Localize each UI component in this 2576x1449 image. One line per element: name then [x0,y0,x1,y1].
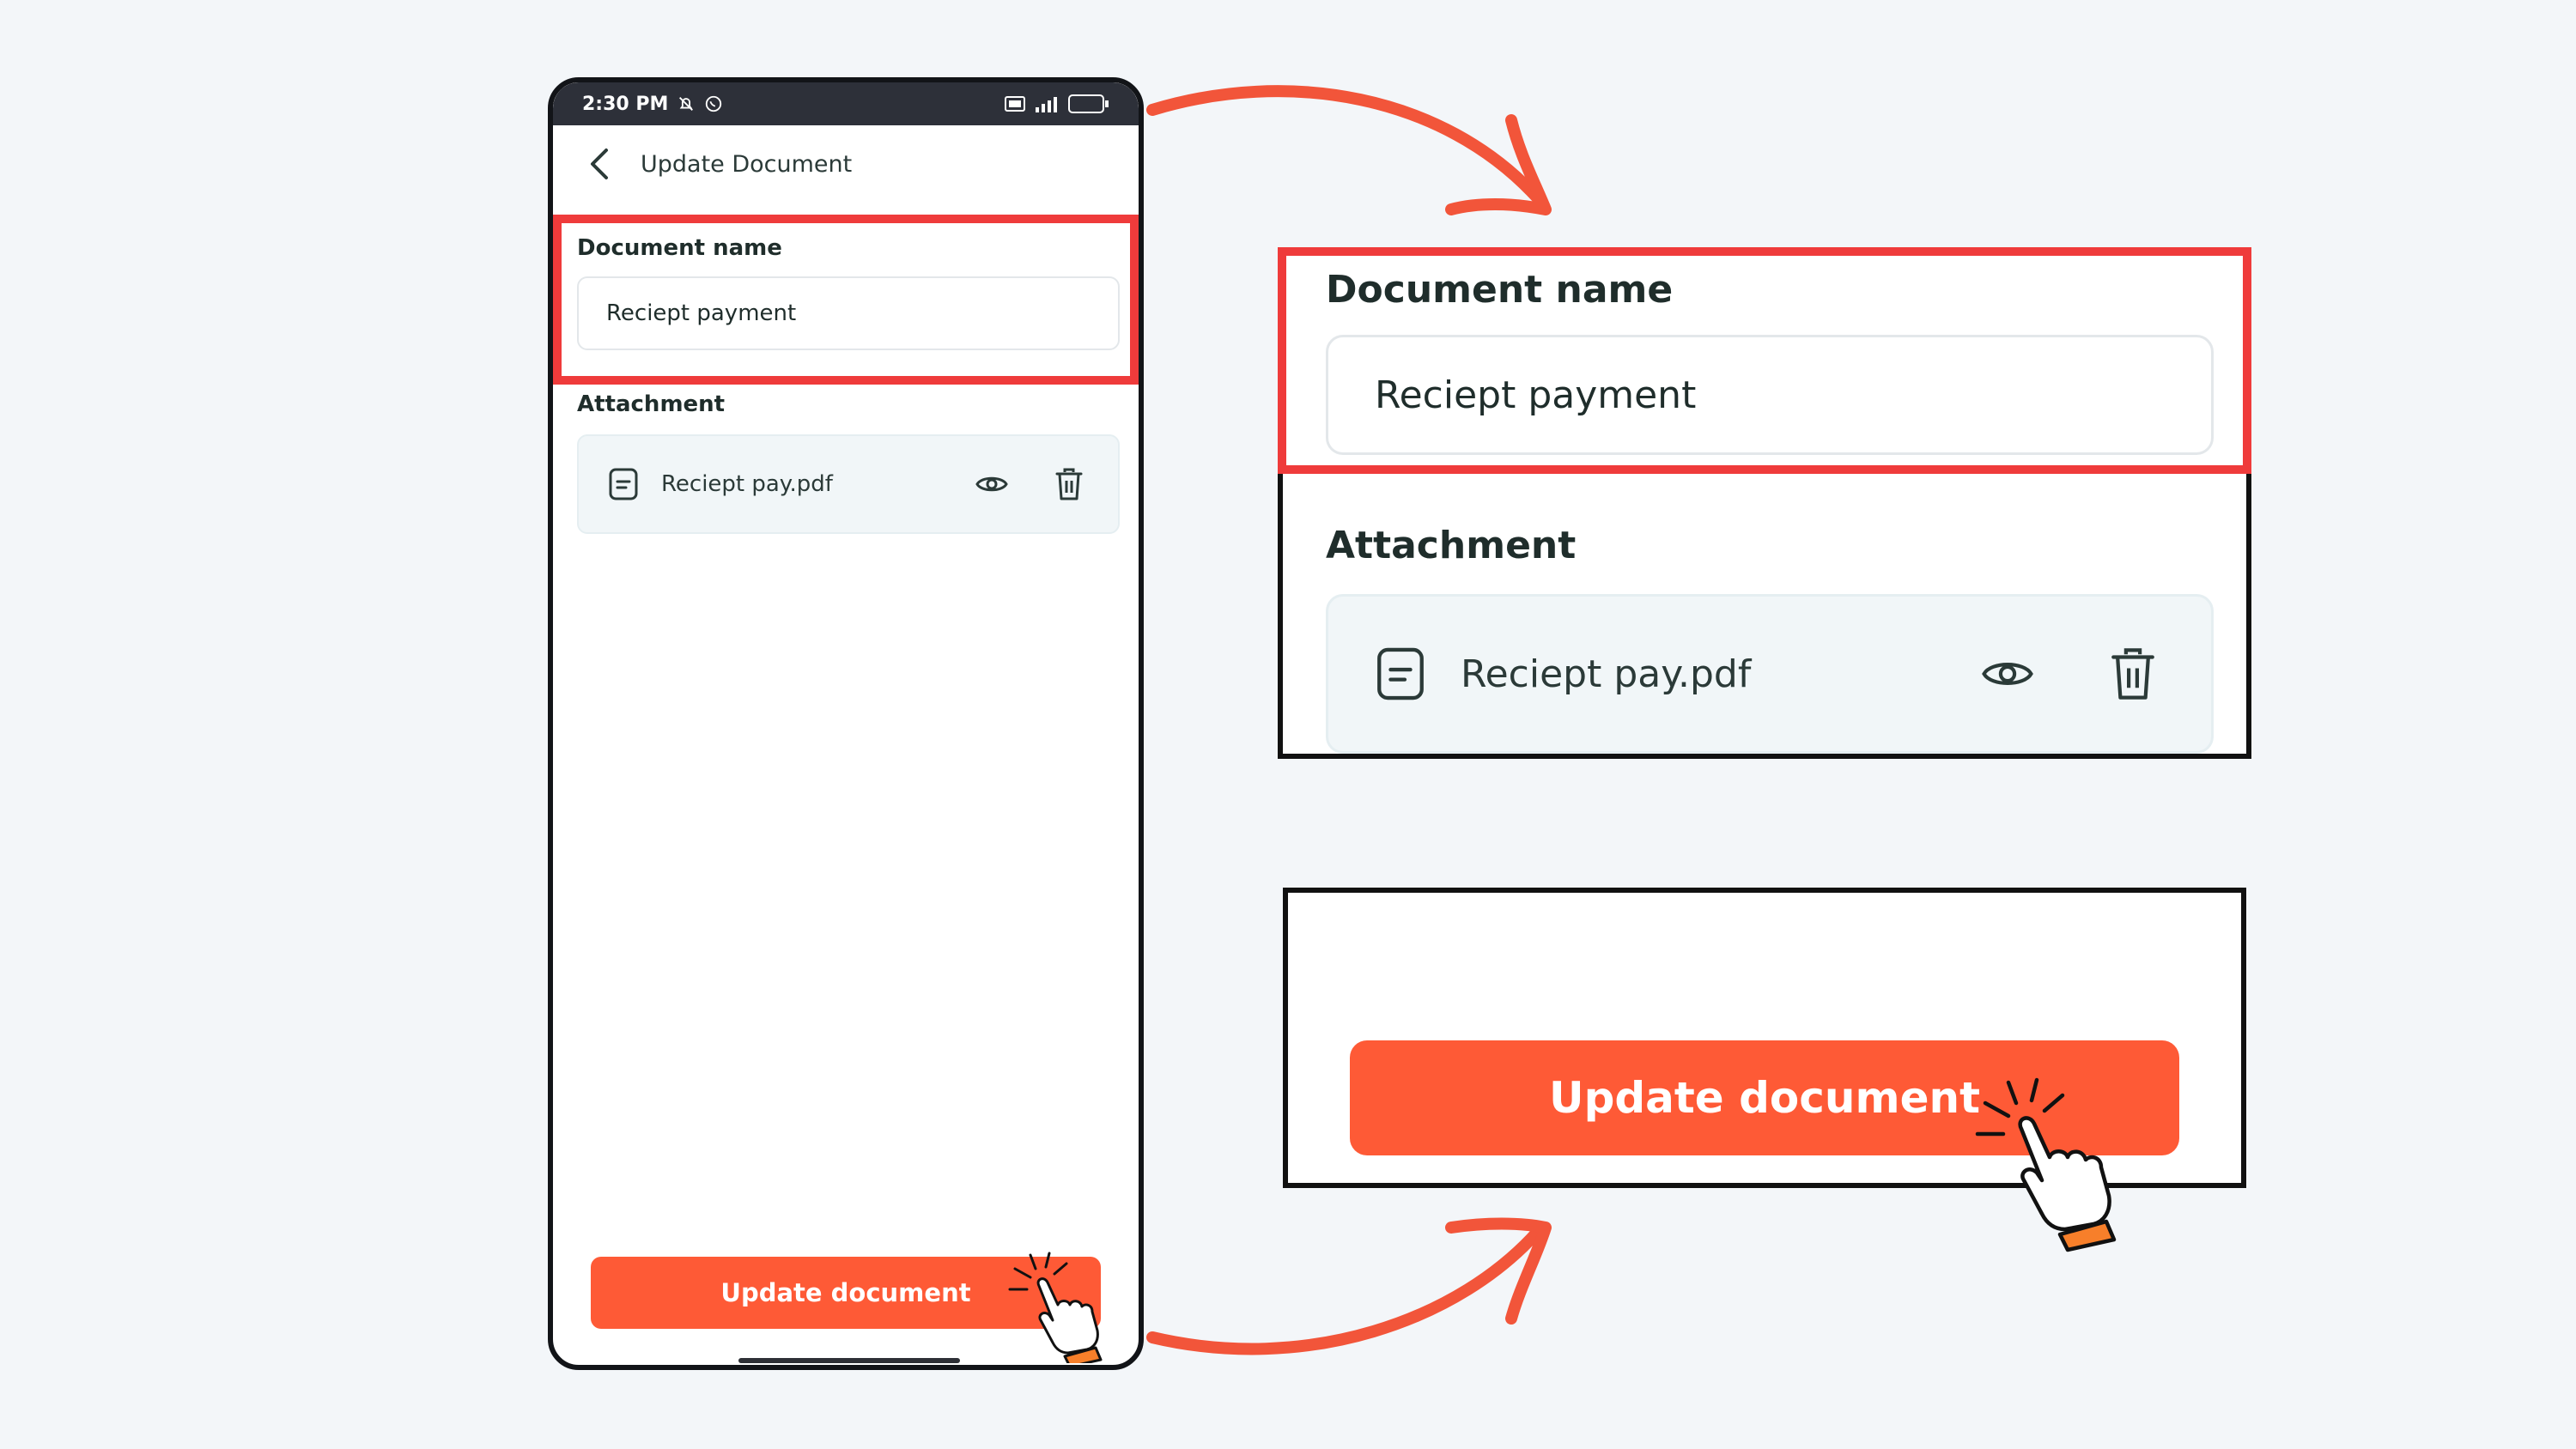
attachment-label: Attachment [577,391,726,417]
tap-hand-icon [1975,1077,2117,1252]
status-bar: 2:30 PM [553,82,1139,125]
zoomed-form-panel: Document name Attachment Reciept pay.pdf [1278,247,2251,759]
whatsapp-icon [706,95,722,112]
arrow-top-to-fields [1146,85,1543,203]
mute-bell-icon [679,97,694,111]
app-header: Update Document [553,125,1139,203]
attachment-file-name: Reciept pay.pdf [661,471,833,497]
document-name-input[interactable] [577,276,1120,350]
document-name-label: Document name [577,235,782,261]
document-icon [1377,647,1424,700]
eye-icon [1982,663,2033,685]
phone-mockup: 2:30 PM Update Document Document name At… [548,77,1144,1370]
back-button[interactable] [582,147,617,181]
attachment-file-name: Reciept pay.pdf [1461,652,1752,696]
signal-icon [1036,97,1057,112]
sim-icon [1005,96,1025,112]
trash-icon [1055,468,1083,500]
page-title: Update Document [641,150,853,178]
document-name-input[interactable] [1326,335,2214,455]
delete-attachment-button[interactable] [2101,642,2165,706]
view-attachment-button[interactable] [1976,642,2039,706]
battery-icon [1068,94,1109,113]
eye-icon [975,476,1008,492]
arrow-bottom-to-button [1146,1222,1547,1355]
trash-icon [2111,648,2154,700]
document-icon [609,468,638,500]
document-name-label: Document name [1326,268,1674,312]
arrow-top-head [1445,114,1552,215]
home-indicator [738,1358,960,1363]
chevron-left-icon [591,149,608,179]
delete-attachment-button[interactable] [1049,464,1089,504]
arrow-bottom-head [1445,1217,1552,1325]
tap-hand-icon [1008,1252,1103,1363]
view-attachment-button[interactable] [972,464,1012,504]
attachment-item: Reciept pay.pdf [577,434,1120,534]
status-time: 2:30 PM [582,93,669,115]
attachment-item: Reciept pay.pdf [1326,594,2214,754]
attachment-label: Attachment [1326,524,1577,567]
